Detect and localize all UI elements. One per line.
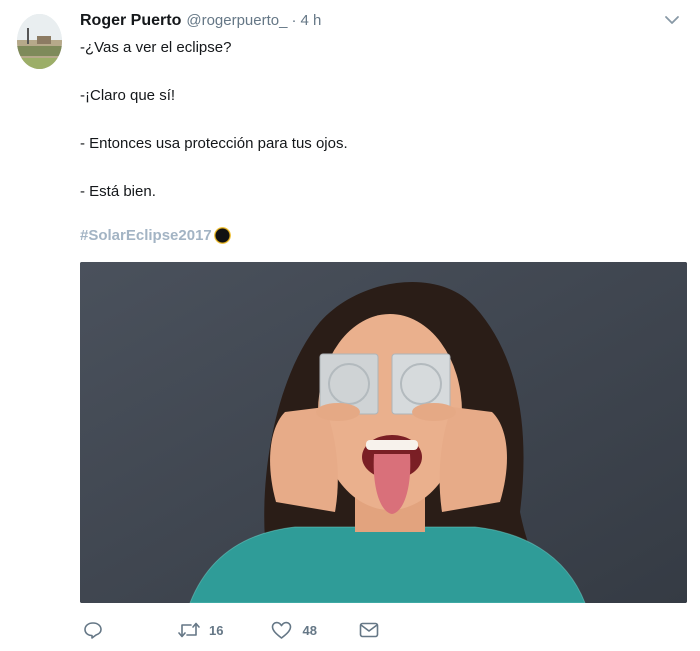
avatar-image — [17, 14, 62, 69]
tweet-text: -¿Vas a ver el eclipse? -¡Claro que sí! … — [80, 38, 660, 230]
heart-icon — [272, 621, 292, 639]
photo-woman-eyes-covered — [80, 262, 687, 603]
author-name[interactable]: Roger Puerto — [80, 12, 181, 30]
tweet-header: Roger Puerto @rogerpuerto_ · 4 h — [80, 12, 680, 36]
tweet-media-photo[interactable] — [80, 262, 687, 603]
like-count: 48 — [302, 622, 317, 638]
eclipse-emoji-icon — [213, 227, 231, 244]
reply-icon — [84, 622, 102, 639]
tweet-line: - Entonces usa protección para tus ojos. — [80, 135, 348, 152]
envelope-icon — [359, 622, 379, 638]
hashtag-text[interactable]: #SolarEclipse2017 — [80, 227, 212, 244]
avatar[interactable] — [17, 14, 62, 69]
reply-button[interactable] — [83, 621, 103, 639]
retweet-icon — [178, 622, 200, 638]
tweet-line: -¡Claro que sí! — [80, 87, 176, 104]
like-button[interactable]: 48 — [271, 621, 317, 640]
hashtag-link[interactable]: #SolarEclipse2017 — [80, 227, 231, 244]
tweet-actions: 16 48 — [80, 618, 379, 642]
tweet-line: - Está bien. — [80, 183, 156, 200]
direct-message-button[interactable] — [359, 622, 379, 638]
author-handle[interactable]: @rogerpuerto_ — [186, 12, 287, 29]
timestamp[interactable]: 4 h — [300, 12, 321, 29]
retweet-count: 16 — [209, 622, 224, 638]
tweet-line: -¿Vas a ver el eclipse? — [80, 39, 232, 56]
retweet-button[interactable]: 16 — [177, 621, 223, 639]
chevron-down-icon[interactable] — [664, 14, 680, 26]
separator-dot: · — [291, 12, 297, 29]
